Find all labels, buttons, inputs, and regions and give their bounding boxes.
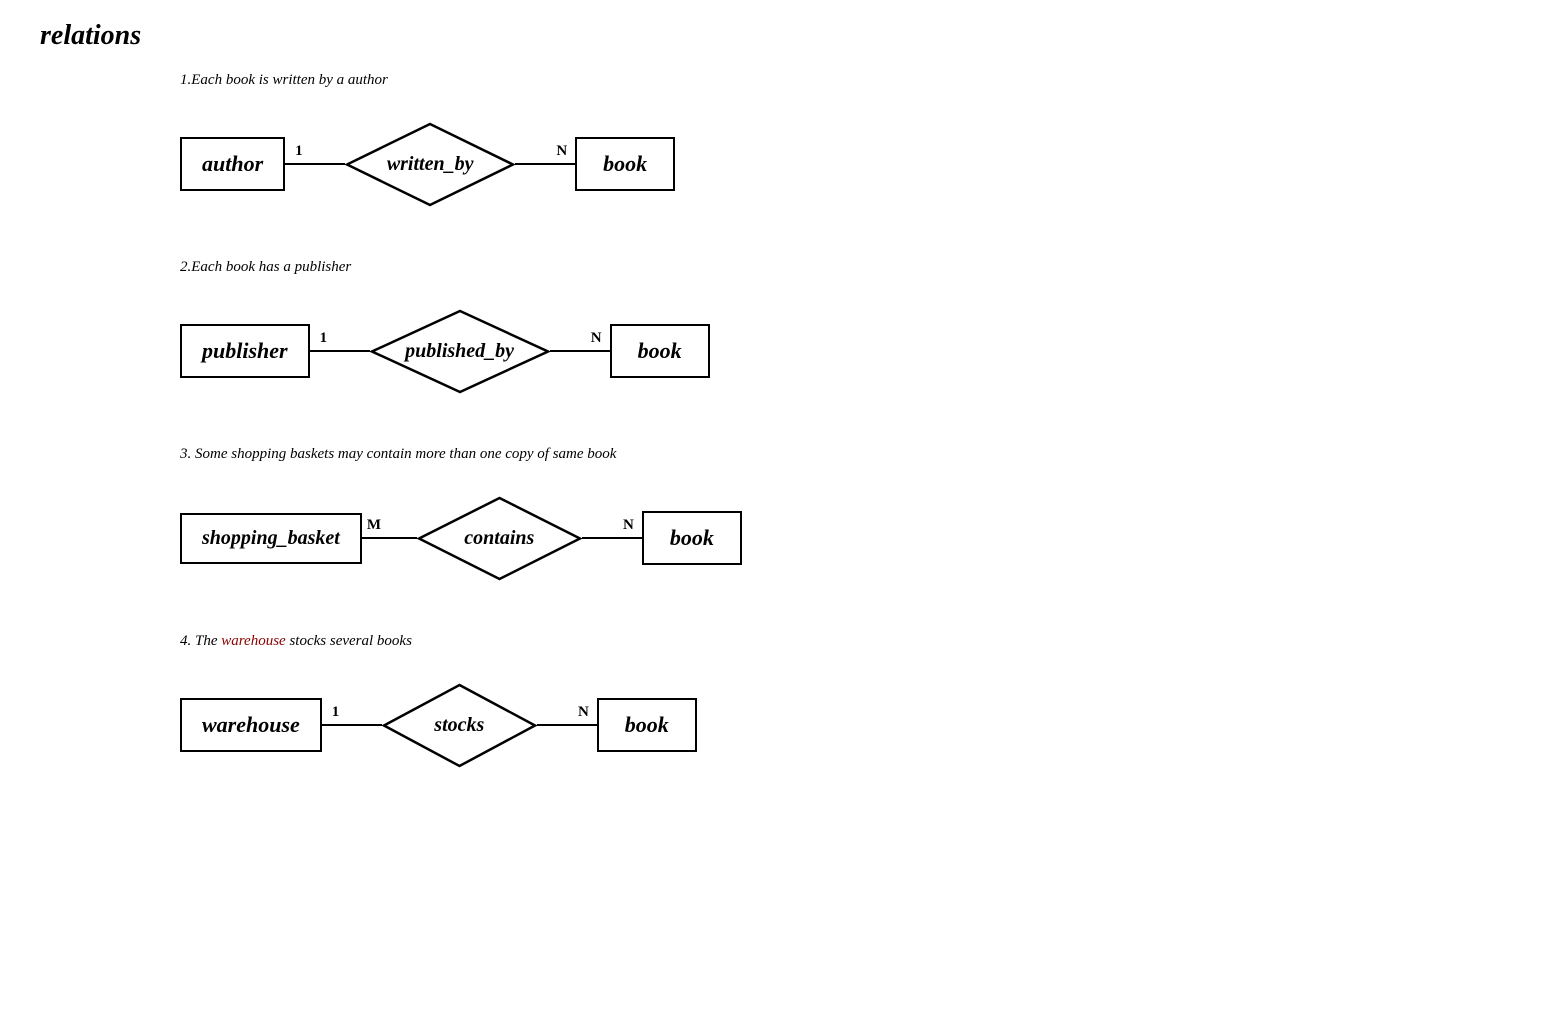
er-diagram-2: publisher 1 published_by N book xyxy=(180,296,1510,406)
page-title: relations xyxy=(40,20,1510,52)
relation-section-3: 3. Some shopping baskets may contain mor… xyxy=(40,446,1510,593)
relation-description-4: 4. The warehouse stocks several books xyxy=(180,633,1510,650)
relationship-label-3: contains xyxy=(464,527,534,550)
cardinality-right-2: N xyxy=(591,330,602,347)
line-left-4: 1 xyxy=(322,724,382,727)
er-diagram-4: warehouse 1 stocks N book xyxy=(180,670,1510,780)
entity-book-3: book xyxy=(642,511,742,565)
highlight-warehouse: warehouse xyxy=(221,633,285,649)
line-left-3: M xyxy=(362,537,417,540)
entity-warehouse: warehouse xyxy=(180,698,322,752)
relation-section-1: 1.Each book is written by a author autho… xyxy=(40,72,1510,219)
relation-section-2: 2.Each book has a publisher publisher 1 … xyxy=(40,259,1510,406)
relation-description-2: 2.Each book has a publisher xyxy=(180,259,1510,276)
line-right-1: N xyxy=(515,163,575,166)
entity-book-2: book xyxy=(610,324,710,378)
cardinality-right-1: N xyxy=(556,143,567,160)
line-left-1: 1 xyxy=(285,163,345,166)
cardinality-left-4: 1 xyxy=(332,704,340,721)
line-left-2: 1 xyxy=(310,350,370,353)
entity-book-1: book xyxy=(575,137,675,191)
diamond-published-by: published_by xyxy=(370,309,550,394)
cardinality-right-4: N xyxy=(578,704,589,721)
cardinality-left-3: M xyxy=(367,517,381,534)
relation-description-3: 3. Some shopping baskets may contain mor… xyxy=(180,446,1510,463)
relation-section-4: 4. The warehouse stocks several books wa… xyxy=(40,633,1510,780)
line-right-3: N xyxy=(582,537,642,540)
entity-shopping-basket: shopping_basket xyxy=(180,513,362,564)
entity-publisher: publisher xyxy=(180,324,310,378)
relationship-label-2: published_by xyxy=(405,340,514,363)
diamond-stocks: stocks xyxy=(382,683,537,768)
cardinality-right-3: N xyxy=(623,517,634,534)
diamond-written-by: written_by xyxy=(345,122,515,207)
cardinality-left-2: 1 xyxy=(320,330,328,347)
er-diagram-1: author 1 written_by N book xyxy=(180,109,1510,219)
relationship-label-4: stocks xyxy=(434,714,484,737)
line-right-4: N xyxy=(537,724,597,727)
entity-book-4: book xyxy=(597,698,697,752)
line-right-2: N xyxy=(550,350,610,353)
er-diagram-3: shopping_basket M contains N book xyxy=(180,483,1510,593)
entity-author: author xyxy=(180,137,285,191)
cardinality-left-1: 1 xyxy=(295,143,303,160)
relationship-label-1: written_by xyxy=(387,153,474,176)
relation-description-1: 1.Each book is written by a author xyxy=(180,72,1510,89)
diamond-contains: contains xyxy=(417,496,582,581)
